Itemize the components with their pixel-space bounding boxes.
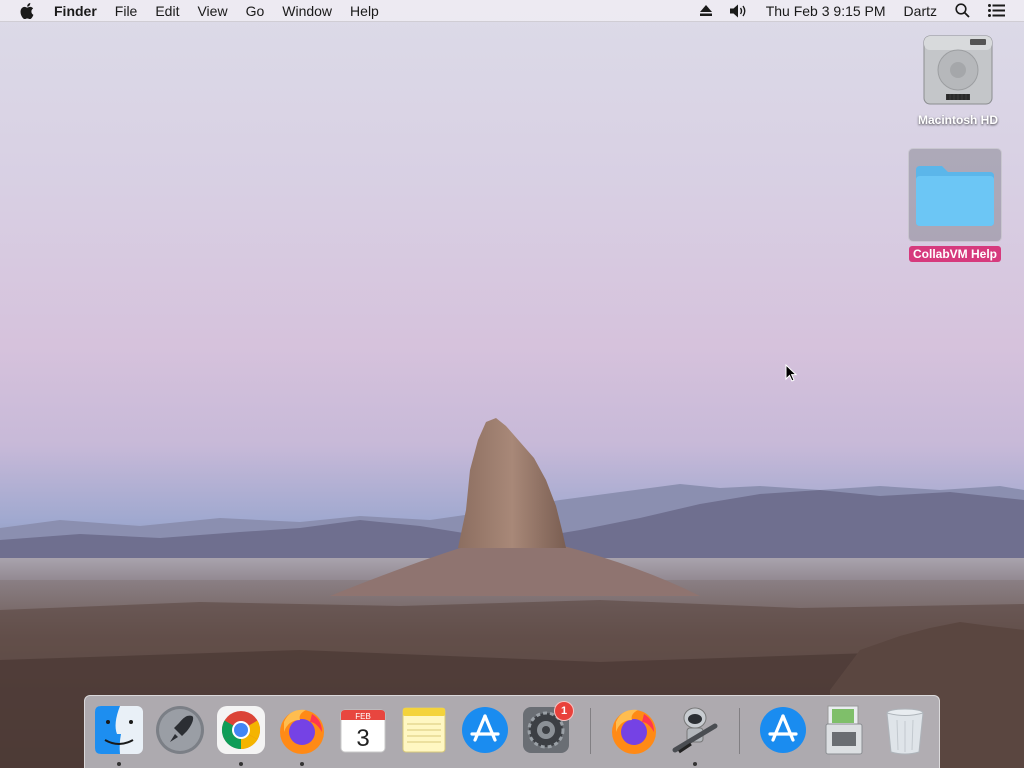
desktop-icon-label: Macintosh HD (917, 113, 998, 127)
mouse-cursor-icon (785, 364, 797, 382)
eject-icon[interactable] (691, 0, 721, 22)
spotlight-search-icon[interactable] (946, 0, 979, 22)
running-indicator (300, 762, 304, 766)
dock-item-app-store-2[interactable] (757, 704, 809, 756)
menu-view[interactable]: View (188, 0, 236, 22)
dock-item-firefox[interactable] (276, 704, 328, 756)
dock: FEB 3 1 (84, 695, 940, 768)
dock-item-chrome[interactable] (215, 704, 267, 756)
finder-icon (95, 706, 143, 754)
folder-icon (916, 166, 994, 226)
hard-drive-icon (923, 35, 993, 105)
dock-item-installer[interactable] (818, 704, 870, 756)
app-store-icon (760, 707, 806, 753)
dock-item-finder[interactable] (93, 704, 145, 756)
dock-separator (739, 708, 740, 754)
desktop-icon-label-selected: CollabVM Help (908, 246, 1001, 262)
menu-app-name[interactable]: Finder (54, 0, 106, 22)
running-indicator (117, 762, 121, 766)
menu-window[interactable]: Window (273, 0, 341, 22)
calendar-month: FEB (355, 712, 371, 721)
running-indicator (239, 762, 243, 766)
automator-icon (672, 707, 718, 754)
trash-icon (886, 708, 924, 755)
apple-menu-icon[interactable] (20, 2, 34, 19)
menu-file[interactable]: File (106, 0, 147, 22)
calendar-icon: FEB 3 (340, 709, 386, 753)
menu-edit[interactable]: Edit (146, 0, 188, 22)
menu-user[interactable]: Dartz (895, 0, 946, 22)
dock-item-firefox-2[interactable] (608, 704, 660, 756)
wallpaper-landscape (0, 418, 1024, 768)
menu-go[interactable]: Go (237, 0, 274, 22)
dock-item-calendar[interactable]: FEB 3 (337, 704, 389, 756)
desktop: Finder File Edit View Go Window Help Thu… (0, 0, 1024, 768)
launchpad-icon (156, 706, 204, 754)
menu-bar: Finder File Edit View Go Window Help Thu… (0, 0, 1024, 22)
menu-clock[interactable]: Thu Feb 3 9:15 PM (757, 0, 895, 22)
desktop-icon-collabvm-help[interactable]: CollabVM Help (900, 148, 1010, 262)
firefox-icon (612, 709, 656, 754)
dock-item-launchpad[interactable] (154, 704, 206, 756)
calendar-day: 3 (356, 725, 369, 752)
running-indicator (693, 762, 697, 766)
menu-help[interactable]: Help (341, 0, 388, 22)
installer-icon (825, 705, 863, 755)
chrome-icon (217, 706, 265, 754)
dock-item-notes[interactable] (398, 704, 450, 756)
dock-item-app-store[interactable] (459, 704, 511, 756)
dock-separator (590, 708, 591, 754)
dock-item-automator[interactable] (669, 704, 721, 756)
notification-badge: 1 (554, 701, 574, 721)
notes-icon (402, 707, 446, 753)
selection-frame (908, 148, 1002, 242)
dock-item-system-preferences[interactable]: 1 (520, 701, 574, 756)
app-store-icon (462, 707, 508, 753)
dock-item-trash[interactable] (879, 704, 931, 756)
firefox-icon (280, 709, 324, 754)
desktop-icon-macintosh-hd[interactable]: Macintosh HD (906, 30, 1010, 128)
volume-icon[interactable] (721, 0, 757, 22)
notification-center-icon[interactable] (979, 0, 1014, 22)
